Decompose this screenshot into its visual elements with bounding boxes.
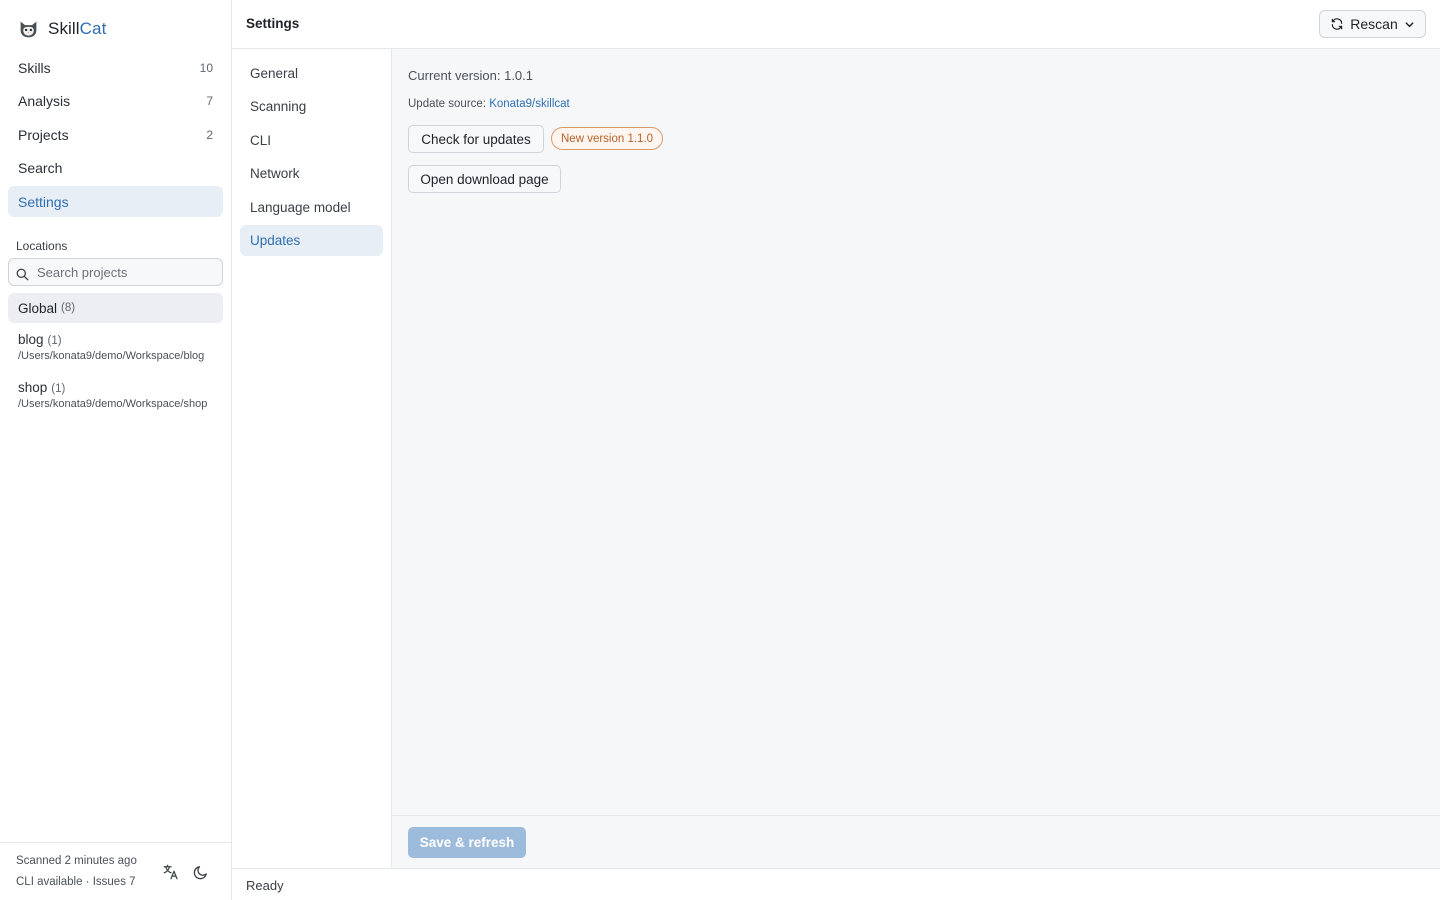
page-title: Settings [246,16,300,31]
check-updates-button[interactable]: Check for updates [408,125,544,153]
location-count: (1) [47,335,62,347]
settings-tab-network[interactable]: Network [240,158,383,189]
settings-tab-updates[interactable]: Updates [240,225,383,256]
rescan-button[interactable]: Rescan [1319,10,1426,38]
location-name: shop [18,380,48,395]
location-item-blog[interactable]: blog (1) /Users/konata9/demo/Workspace/b… [18,332,218,362]
location-name: Global [18,300,58,316]
sidebar-item-skills[interactable]: Skills 10 [8,52,223,83]
sidebar-item-count: 2 [206,127,213,142]
settings-tab-language-model[interactable]: Language model [240,192,383,223]
settings-tab-cli[interactable]: CLI [240,125,383,156]
status-text: Ready [246,878,284,893]
location-count: (8) [61,302,76,314]
sidebar-item-label: Projects [18,126,69,143]
sidebar-item-count: 10 [199,60,213,75]
scan-status: Scanned 2 minutes ago [16,855,137,867]
sidebar: SkillCat Skills 10 Analysis 7 Projects 2… [0,0,232,900]
new-version-badge: New version 1.1.0 [551,127,664,150]
chevron-down-icon [1405,21,1414,27]
current-version: Current version: 1.0.1 [408,68,534,83]
location-item-shop[interactable]: shop (1) /Users/konata9/demo/Workspace/s… [18,380,218,410]
sidebar-item-search[interactable]: Search [8,153,223,184]
location-path: /Users/konata9/demo/Workspace/blog [18,350,205,362]
refresh-icon [1332,18,1343,30]
updates-panel: Current version: 1.0.1 Update source: Ko… [392,49,1440,815]
settings-nav: General Scanning CLI Network Language mo… [232,49,392,868]
sidebar-item-projects[interactable]: Projects 2 [8,119,223,150]
locations-heading: Locations [16,239,68,253]
sidebar-item-count: 7 [206,94,213,108]
sidebar-footer: Scanned 2 minutes ago CLI available · Is… [0,842,231,900]
update-source: Update source: Konata9/skillcat [408,98,570,110]
settings-tab-general[interactable]: General [240,58,383,89]
location-count: (1) [51,383,66,395]
top-bar: Settings Rescan [232,0,1440,49]
location-global[interactable]: Global (8) [8,293,223,323]
cat-logo-icon [20,21,37,37]
update-source-label: Update source: [408,98,486,110]
location-path: /Users/konata9/demo/Workspace/shop [18,398,208,410]
open-download-button[interactable]: Open download page [408,165,561,193]
rescan-label: Rescan [1350,16,1398,32]
update-source-link[interactable]: Konata9/skillcat [489,98,570,110]
location-name: blog [18,332,44,347]
moon-icon[interactable] [192,863,210,881]
project-search [8,258,223,286]
translate-icon[interactable] [162,863,180,881]
sidebar-item-settings[interactable]: Settings [8,186,223,217]
brand-name: SkillCat [48,19,107,38]
brand[interactable]: SkillCat [18,16,106,42]
search-icon [16,268,29,281]
sidebar-item-label: Analysis [18,93,71,109]
save-bar: Save & refresh [392,815,1440,868]
cli-status: CLI available · Issues 7 [16,876,136,888]
sidebar-item-label: Settings [18,193,69,210]
save-refresh-button[interactable]: Save & refresh [408,827,526,858]
search-projects-input[interactable] [9,264,222,280]
sidebar-item-analysis[interactable]: Analysis 7 [8,86,223,117]
sidebar-item-label: Skills [18,59,51,76]
status-bar: Ready [232,868,1440,900]
sidebar-item-label: Search [18,160,63,176]
settings-tab-scanning[interactable]: Scanning [240,91,383,122]
sidebar-nav: Skills 10 Analysis 7 Projects 2 Search S… [8,52,223,220]
